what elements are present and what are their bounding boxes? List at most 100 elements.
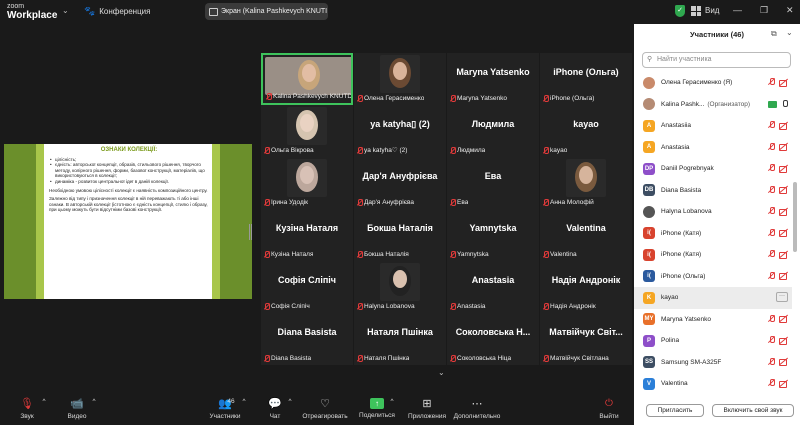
tile-name-label: iPhone (Ольга) [543,95,594,102]
participant-row[interactable]: Kalina Pashk... (Организатор) [634,94,792,116]
mic-muted-icon [450,147,456,154]
participant-row[interactable]: i(iPhone (Катя) [634,223,792,245]
participant-row[interactable]: A Anastasia [634,137,792,159]
video-tile[interactable]: Надія Андронік Надія Андронік [540,261,632,313]
participant-name: Anastasiia [661,122,691,130]
mic-muted-icon [768,228,775,238]
mic-muted-icon [768,271,775,281]
react-label: Отреагировать [302,413,348,420]
video-tile[interactable]: Kalina Pashkevych KNUTD U... [261,53,353,105]
collapse-icon[interactable]: ⌄ [786,28,793,37]
gallery-chevron-down-icon[interactable]: ⌄ [438,368,445,377]
video-tile[interactable]: Halyna Lobanova [354,261,446,313]
video-tile[interactable]: Ева Ева [447,157,539,209]
video-tile[interactable]: Анна Молофій [540,157,632,209]
participant-row[interactable]: DP Daniil Pogrebnyak [634,158,792,180]
participant-row[interactable]: SS Samsung SM-A325F [634,352,792,374]
view-grid-icon[interactable] [691,6,701,16]
shield-icon[interactable]: ✓ [675,5,685,17]
tile-label-text: Наталя Пшінка [364,355,410,362]
video-tile[interactable]: Yamnytska Yamnytska [447,209,539,261]
participant-status [768,206,788,216]
participant-row[interactable]: V Valentina [634,373,792,395]
video-tile[interactable]: Наталя Пшінка Наталя Пшінка [354,313,446,365]
chat-caret-icon[interactable]: ^ [286,398,294,405]
video-tile[interactable]: Софія Сліпіч Софія Сліпіч [261,261,353,313]
close-icon[interactable]: ✕ [786,5,794,16]
camera-off-icon [779,229,788,237]
tile-label-text: Anastasia [457,303,486,310]
participant-row[interactable]: Halyna Lobanova [634,201,792,223]
participant-row[interactable]: Kkayao ··· [634,287,792,309]
video-tile[interactable]: Ольга Вікрова [261,105,353,157]
video-tile[interactable]: Соколовська Н... Соколовська Ніца [447,313,539,365]
video-tile[interactable]: Бокша Наталія Бокша Наталія [354,209,446,261]
participant-name: iPhone (Катя) [661,229,702,237]
tile-label-text: Ірина Удодік [271,199,309,206]
video-tile[interactable]: Maryna Yatsenko Maryna Yatsenko [447,53,539,105]
avatar: i( [643,248,655,261]
restore-icon[interactable]: ❐ [760,5,768,16]
participant-row[interactable]: i(iPhone (Ольга) [634,266,792,288]
video-tile[interactable]: iPhone (Ольга) iPhone (Ольга) [540,53,632,105]
tile-name-label: Кузіна Наталя [264,251,313,258]
video-tile[interactable]: Diana Basista Diana Basista [261,313,353,365]
more-options-button[interactable]: ··· [776,292,788,302]
unmute-self-button[interactable]: Включить свой звук [712,404,794,417]
zoom-logo: zoom Workplace [7,2,57,21]
apps-button[interactable]: ⊞ Приложения [402,398,452,420]
mic-muted-icon [264,147,270,154]
chevron-down-icon[interactable]: ⌄ [62,6,69,15]
participant-search-input[interactable]: ⚲ Найти участника [642,52,791,68]
tile-label-text: iPhone (Ольга) [550,95,595,102]
participant-list: Олена Герасименко (Я) Kalina Pashk... (Орг… [634,72,792,395]
participant-name: Anastasia [661,143,690,151]
minimize-icon[interactable]: — [733,5,742,15]
split-handle[interactable] [249,224,252,240]
mic-muted-icon [450,251,456,258]
video-tile[interactable]: kayao kayao [540,105,632,157]
leave-button[interactable]: ⏻ Выйти [584,398,634,420]
participant-row[interactable]: P Polina [634,330,792,352]
participant-row[interactable]: i(iPhone (Катя) [634,244,792,266]
participant-row[interactable]: A Anastasiia [634,115,792,137]
video-tile[interactable]: Ірина Удодік [261,157,353,209]
video-tile[interactable]: Людмила Людмила [447,105,539,157]
participant-photo [265,57,351,95]
view-button[interactable]: Вид [705,6,719,15]
participant-row[interactable]: Олена Герасименко (Я) [634,72,792,94]
more-button[interactable]: ⋯ Дополнительно [452,398,502,420]
apps-icon: ⊞ [422,398,432,410]
react-button[interactable]: ♡ Отреагировать [300,398,350,420]
panel-scrollbar[interactable] [792,72,798,392]
participant-row[interactable]: MY Maryna Yatsenko [634,309,792,331]
mic-muted-icon [543,95,549,102]
tile-label-text: Ольга Вікрова [271,147,314,154]
share-caret-icon[interactable]: ^ [388,398,396,405]
popout-icon[interactable]: ⧉ [771,29,777,39]
video-tile[interactable]: Матвійчук Світ... Матвійчук Світлана [540,313,632,365]
participants-caret-icon[interactable]: ^ [240,398,248,405]
avatar: SS [643,356,655,369]
tile-name-label: Valentina [543,251,577,258]
video-label: Видео [67,413,87,420]
video-tile[interactable]: Дар'я Ануфрієва Дар'я Ануфрієва [354,157,446,209]
video-caret-icon[interactable]: ^ [90,398,98,405]
video-tile[interactable]: ya katyha▯ (2) ya katyha♡ (2) [354,105,446,157]
meeting-info-button[interactable]: 🐾 Конференция [84,6,150,17]
invite-button[interactable]: Пригласить [646,404,704,417]
participant-photo [380,55,420,93]
tile-display-name: Бокша Наталія [367,223,433,233]
video-tile[interactable]: Anastasia Anastasia [447,261,539,313]
tile-display-name: Diana Basista [277,327,337,337]
mic-muted-icon [768,335,775,345]
screen-share-pill[interactable]: Экран (Kalina Pashkevych KNUTI ••• [205,3,328,20]
participant-row[interactable]: DB Diana Basista [634,180,792,202]
video-tile[interactable]: Олена Герасименко [354,53,446,105]
video-tile[interactable]: Кузіна Наталя Кузіна Наталя [261,209,353,261]
tile-label-text: Halyna Lobanova [364,303,415,310]
camera-off-icon [779,272,788,280]
video-tile[interactable]: Valentina Valentina [540,209,632,261]
slide-paragraph: Необхідною умовою цілісності колекції є … [49,187,208,193]
audio-caret-icon[interactable]: ^ [40,398,48,405]
